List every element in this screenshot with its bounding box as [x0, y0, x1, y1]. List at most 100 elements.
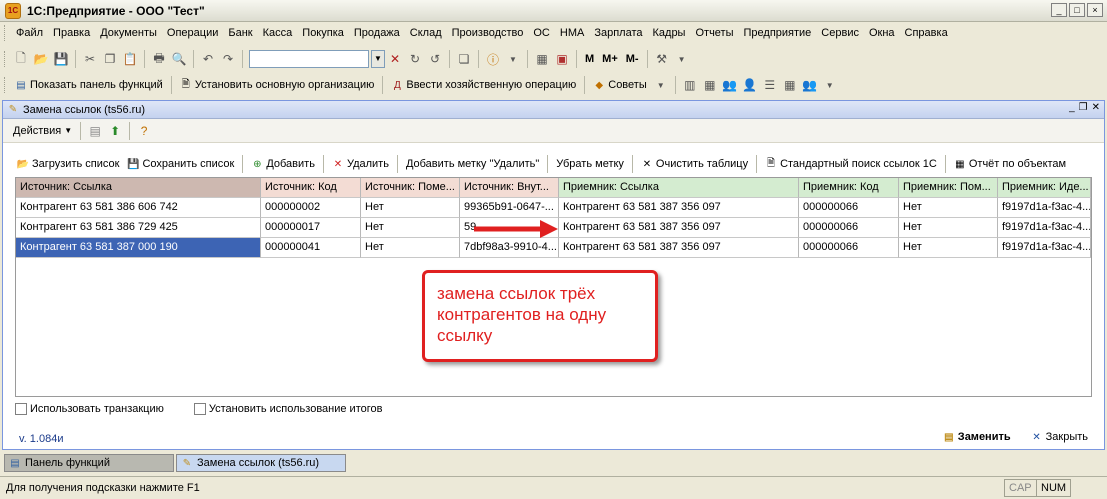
- col-src-mark[interactable]: Источник: Поме...: [361, 178, 460, 198]
- menu-documents[interactable]: Документы: [95, 27, 162, 39]
- redo-icon[interactable]: ↷: [219, 50, 237, 68]
- checkbox-box[interactable]: [193, 403, 206, 416]
- menu-windows[interactable]: Окна: [864, 27, 900, 39]
- col-dst-id[interactable]: Приемник: Иде...: [998, 178, 1091, 198]
- menu-service[interactable]: Сервис: [816, 27, 864, 39]
- tools-icon[interactable]: ⚒: [653, 50, 671, 68]
- undo-icon[interactable]: ↶: [199, 50, 217, 68]
- maximize-button[interactable]: □: [1069, 3, 1085, 17]
- journal-icon[interactable]: ▥: [681, 76, 699, 94]
- print-icon[interactable]: 🖶: [150, 50, 168, 68]
- report-button[interactable]: ▦ Отчёт по объектам: [950, 158, 1070, 170]
- cell-dst-mark[interactable]: Нет: [899, 218, 998, 238]
- new-document-icon[interactable]: 🗋: [12, 50, 30, 68]
- grid-icon[interactable]: ▦: [781, 76, 799, 94]
- info-dropdown-icon[interactable]: ▼: [504, 50, 522, 68]
- use-transaction-checkbox[interactable]: Использовать транзакцию: [15, 403, 164, 416]
- search-next-icon[interactable]: ↻: [406, 50, 424, 68]
- table-icon[interactable]: ▦: [701, 76, 719, 94]
- menu-sale[interactable]: Продажа: [349, 27, 405, 39]
- cell-src-link[interactable]: Контрагент 63 581 386 729 425: [16, 218, 261, 238]
- cell-src-link[interactable]: Контрагент 63 581 387 000 190: [16, 238, 261, 258]
- cell-src-id[interactable]: 7dbf98a3-9910-4...: [460, 238, 559, 258]
- set-org-button[interactable]: 🗎 Установить основную организацию: [176, 79, 379, 92]
- cell-src-mark[interactable]: Нет: [361, 198, 460, 218]
- menu-hr[interactable]: Кадры: [648, 27, 691, 39]
- menu-edit[interactable]: Правка: [48, 27, 95, 39]
- std-search-button[interactable]: 🗎 Стандартный поиск ссылок 1С: [761, 158, 941, 171]
- preview-icon[interactable]: 🔍: [170, 50, 188, 68]
- form-icon[interactable]: ▤: [86, 122, 104, 140]
- cell-src-id[interactable]: 99365b91-0647-...: [460, 198, 559, 218]
- menu-production[interactable]: Производство: [447, 27, 529, 39]
- remove-mark-button[interactable]: Убрать метку: [552, 158, 628, 170]
- more-dropdown-icon[interactable]: ▼: [821, 76, 839, 94]
- cell-dst-id[interactable]: f9197d1a-f3ac-4...: [998, 218, 1091, 238]
- col-dst-mark[interactable]: Приемник: Пом...: [899, 178, 998, 198]
- cell-dst-link[interactable]: Контрагент 63 581 387 356 097: [559, 218, 799, 238]
- menu-reports[interactable]: Отчеты: [690, 27, 738, 39]
- replace-button[interactable]: ▤ Заменить: [939, 431, 1015, 443]
- users-icon[interactable]: 👥: [721, 76, 739, 94]
- menu-enterprise[interactable]: Предприятие: [739, 27, 817, 39]
- doc-minimize-button[interactable]: _: [1069, 102, 1075, 113]
- cell-src-mark[interactable]: Нет: [361, 238, 460, 258]
- calendar-icon[interactable]: ▣: [553, 50, 571, 68]
- help-icon[interactable]: ?: [135, 122, 153, 140]
- cell-dst-code[interactable]: 000000066: [799, 238, 899, 258]
- close-button[interactable]: ×: [1087, 3, 1103, 17]
- set-totals-checkbox[interactable]: Установить использование итогов: [193, 403, 382, 416]
- menu-os[interactable]: ОС: [528, 27, 555, 39]
- close-form-button[interactable]: ✕ Закрыть: [1027, 431, 1092, 443]
- minimize-button[interactable]: _: [1051, 3, 1067, 17]
- add-button[interactable]: ⊕ Добавить: [247, 158, 319, 170]
- group-icon[interactable]: 👥: [801, 76, 819, 94]
- task-replace-links[interactable]: ✎ Замена ссылок (ts56.ru): [176, 454, 346, 472]
- paste-icon[interactable]: 📋: [121, 50, 139, 68]
- cell-src-code[interactable]: 000000002: [261, 198, 361, 218]
- menu-salary[interactable]: Зарплата: [589, 27, 647, 39]
- clear-table-button[interactable]: ✕ Очистить таблицу: [637, 158, 752, 170]
- menu-warehouse[interactable]: Склад: [405, 27, 447, 39]
- cell-src-link[interactable]: Контрагент 63 581 386 606 742: [16, 198, 261, 218]
- table-row-selected[interactable]: Контрагент 63 581 387 000 190 000000041 …: [16, 238, 1091, 258]
- menu-purchase[interactable]: Покупка: [297, 27, 349, 39]
- memory-button[interactable]: M: [581, 53, 598, 65]
- open-icon[interactable]: 📂: [32, 50, 50, 68]
- memory-plus-button[interactable]: M+: [598, 53, 622, 65]
- col-src-link[interactable]: Источник: Ссылка: [16, 178, 261, 198]
- cell-dst-id[interactable]: f9197d1a-f3ac-4...: [998, 238, 1091, 258]
- tips-dropdown-icon[interactable]: ▼: [652, 76, 670, 94]
- doc-restore-button[interactable]: ❐: [1079, 102, 1088, 113]
- user-icon[interactable]: 👤: [741, 76, 759, 94]
- menu-help[interactable]: Справка: [900, 27, 953, 39]
- search-prev-icon[interactable]: ↺: [426, 50, 444, 68]
- save-list-button[interactable]: 💾 Сохранить список: [123, 158, 238, 170]
- combo-dropdown-icon[interactable]: ▼: [371, 50, 385, 68]
- menu-file[interactable]: Файл: [11, 27, 48, 39]
- col-src-id[interactable]: Источник: Внут...: [460, 178, 559, 198]
- search-combo[interactable]: [249, 50, 369, 68]
- cut-icon[interactable]: ✂: [81, 50, 99, 68]
- tools-dropdown-icon[interactable]: ▼: [673, 50, 691, 68]
- copy-icon[interactable]: ❐: [101, 50, 119, 68]
- checkbox-box[interactable]: [15, 403, 27, 416]
- cell-dst-code[interactable]: 000000066: [799, 198, 899, 218]
- cell-dst-mark[interactable]: Нет: [899, 198, 998, 218]
- actions-menu[interactable]: Действия ▼: [9, 125, 76, 137]
- show-panel-button[interactable]: ▤ Показать панель функций: [11, 79, 167, 91]
- cell-dst-mark[interactable]: Нет: [899, 238, 998, 258]
- upload-icon[interactable]: ⬆: [106, 122, 124, 140]
- delete-button[interactable]: ✕ Удалить: [328, 158, 393, 170]
- windows-icon[interactable]: ❏: [455, 50, 473, 68]
- memory-minus-button[interactable]: M-: [622, 53, 643, 65]
- add-mark-button[interactable]: Добавить метку "Удалить": [402, 158, 543, 170]
- table-row[interactable]: Контрагент 63 581 386 606 742 000000002 …: [16, 198, 1091, 218]
- tips-button[interactable]: ◆ Советы: [589, 79, 650, 91]
- cell-src-code[interactable]: 000000041: [261, 238, 361, 258]
- cell-dst-id[interactable]: f9197d1a-f3ac-4...: [998, 198, 1091, 218]
- cell-dst-link[interactable]: Контрагент 63 581 387 356 097: [559, 198, 799, 218]
- menu-bank[interactable]: Банк: [223, 27, 257, 39]
- save-icon[interactable]: 💾: [52, 50, 70, 68]
- menu-nma[interactable]: НМА: [555, 27, 589, 39]
